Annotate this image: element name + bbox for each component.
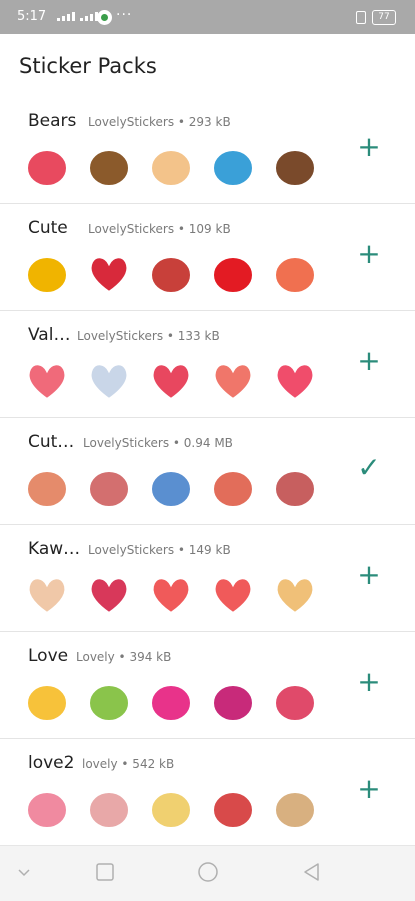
- whatsapp-icon: [97, 10, 112, 25]
- sticker-thumbnail: [212, 684, 254, 722]
- add-icon[interactable]: +: [353, 238, 385, 270]
- sticker-thumbnail: [212, 791, 254, 829]
- sticker-thumbnail: [26, 256, 68, 294]
- sticker-thumbnail: [88, 791, 130, 829]
- signal-icon: [57, 12, 98, 21]
- sticker-thumbnail: [89, 256, 129, 294]
- add-icon[interactable]: +: [353, 666, 385, 698]
- sticker-pack-row[interactable]: Bears LovelyStickers • 293 kB +: [0, 97, 415, 204]
- vibrate-icon: [356, 11, 366, 24]
- sticker-pack-row[interactable]: Kaw… LovelyStickers • 149 kB +: [0, 525, 415, 632]
- sticker-thumbnail: [150, 684, 192, 722]
- sticker-thumbnail: [212, 470, 254, 508]
- pack-meta: LovelyStickers • 0.94 MB: [83, 436, 233, 450]
- pack-meta: LovelyStickers • 109 kB: [88, 222, 231, 236]
- status-bar: 5:17 ··· 77: [0, 0, 415, 34]
- pack-meta: LovelyStickers • 149 kB: [88, 543, 231, 557]
- sticker-pack-row[interactable]: Cut… LovelyStickers • 0.94 MB ✓: [0, 418, 415, 525]
- sticker-pack-row[interactable]: love2 lovely • 542 kB +: [0, 739, 415, 846]
- sticker-thumbnail: [274, 149, 316, 187]
- sticker-thumbnail: [274, 256, 316, 294]
- check-icon[interactable]: ✓: [353, 452, 385, 484]
- sticker-thumbnail: [150, 791, 192, 829]
- page-title: Sticker Packs: [19, 54, 157, 78]
- pack-name: Cute: [28, 218, 68, 238]
- pack-name: love2: [28, 753, 75, 773]
- sticker-thumbnail: [212, 149, 254, 187]
- sticker-preview-strip: [22, 462, 320, 512]
- sticker-pack-row[interactable]: Love Lovely • 394 kB +: [0, 632, 415, 739]
- sticker-preview-strip: [22, 355, 320, 405]
- sticker-thumbnail: [151, 577, 191, 615]
- sticker-preview-strip: [22, 248, 320, 298]
- sticker-thumbnail: [89, 363, 129, 401]
- collapse-icon[interactable]: [17, 868, 31, 878]
- more-notifications-icon: ···: [116, 7, 133, 23]
- sticker-thumbnail: [275, 363, 315, 401]
- sticker-preview-strip: [22, 141, 320, 191]
- pack-name: Kaw…: [28, 539, 81, 559]
- sticker-thumbnail: [89, 577, 129, 615]
- status-time: 5:17: [17, 9, 47, 24]
- sticker-preview-strip: [22, 783, 320, 833]
- pack-meta: Lovely • 394 kB: [76, 650, 172, 664]
- sticker-thumbnail: [274, 684, 316, 722]
- pack-name: Bears: [28, 111, 77, 131]
- pack-meta: LovelyStickers • 293 kB: [88, 115, 231, 129]
- pack-name: Love: [28, 646, 69, 666]
- sticker-preview-strip: [22, 569, 320, 619]
- sticker-pack-row[interactable]: Val… LovelyStickers • 133 kB +: [0, 311, 415, 418]
- sticker-preview-strip: [22, 676, 320, 726]
- sticker-thumbnail: [26, 470, 68, 508]
- sticker-thumbnail: [27, 363, 67, 401]
- sticker-thumbnail: [27, 577, 67, 615]
- sticker-thumbnail: [88, 684, 130, 722]
- add-icon[interactable]: +: [353, 131, 385, 163]
- pack-meta: lovely • 542 kB: [82, 757, 175, 771]
- home-button[interactable]: [197, 861, 219, 883]
- sticker-thumbnail: [275, 577, 315, 615]
- back-button[interactable]: [302, 862, 322, 882]
- pack-name: Cut…: [28, 432, 75, 452]
- sticker-thumbnail: [26, 684, 68, 722]
- add-icon[interactable]: +: [353, 345, 385, 377]
- sticker-thumbnail: [213, 363, 253, 401]
- sticker-thumbnail: [274, 470, 316, 508]
- system-nav-bar: [0, 845, 415, 901]
- sticker-thumbnail: [26, 791, 68, 829]
- sticker-thumbnail: [150, 149, 192, 187]
- sticker-thumbnail: [150, 256, 192, 294]
- add-icon[interactable]: +: [353, 773, 385, 805]
- sticker-thumbnail: [274, 791, 316, 829]
- sticker-pack-row[interactable]: Cute LovelyStickers • 109 kB +: [0, 204, 415, 311]
- pack-name: Val…: [28, 325, 71, 345]
- sticker-thumbnail: [151, 363, 191, 401]
- battery-icon: 77: [372, 10, 396, 25]
- sticker-thumbnail: [212, 256, 254, 294]
- pack-meta: LovelyStickers • 133 kB: [77, 329, 220, 343]
- sticker-thumbnail: [26, 149, 68, 187]
- sticker-thumbnail: [88, 149, 130, 187]
- sticker-thumbnail: [150, 470, 192, 508]
- add-icon[interactable]: +: [353, 559, 385, 591]
- sticker-thumbnail: [88, 470, 130, 508]
- sticker-thumbnail: [213, 577, 253, 615]
- recents-button[interactable]: [95, 862, 115, 882]
